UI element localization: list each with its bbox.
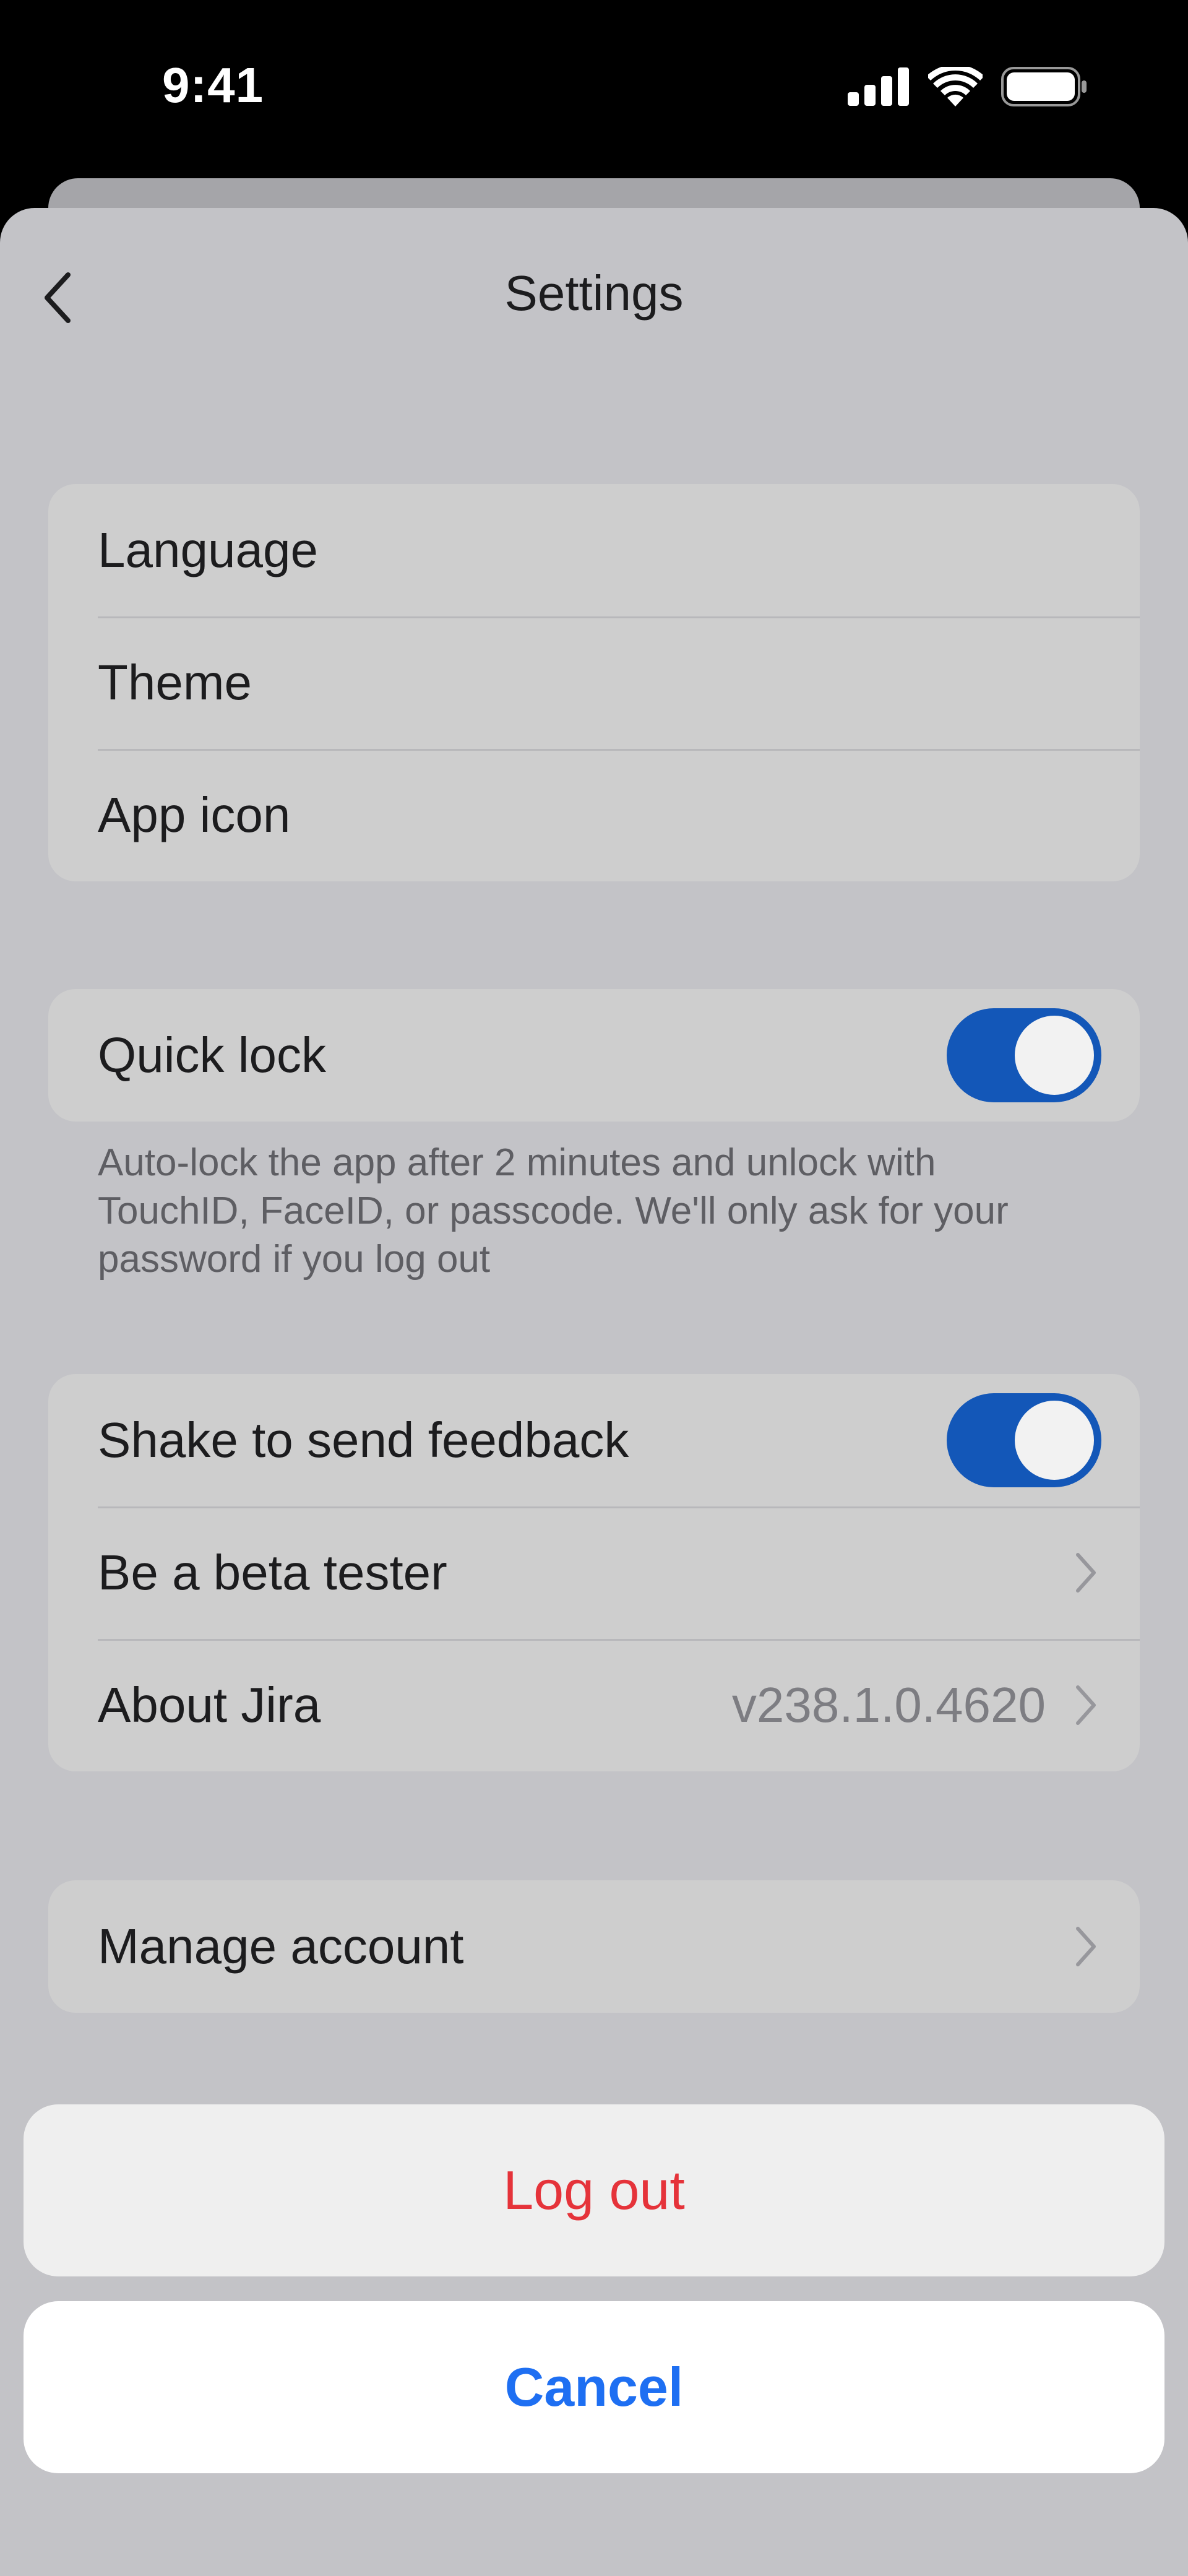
account-group: Manage account bbox=[48, 1880, 1140, 2013]
settings-row-quick-lock: Quick lock bbox=[48, 989, 1140, 1122]
app-version: v238.1.0.4620 bbox=[731, 1677, 1046, 1732]
settings-row-manage-account[interactable]: Manage account bbox=[48, 1880, 1140, 2013]
row-label: Quick lock bbox=[98, 1027, 326, 1083]
appearance-group: Language Theme App icon bbox=[48, 484, 1140, 881]
settings-row-shake-feedback: Shake to send feedback bbox=[48, 1374, 1140, 1506]
row-label: Be a beta tester bbox=[98, 1545, 447, 1600]
row-label: Theme bbox=[98, 655, 252, 710]
chevron-right-icon bbox=[1073, 1925, 1098, 1968]
chevron-right-icon bbox=[1073, 1683, 1098, 1727]
settings-row-language[interactable]: Language bbox=[48, 484, 1140, 616]
quick-lock-toggle[interactable] bbox=[947, 1008, 1101, 1102]
chevron-right-icon bbox=[1073, 1551, 1098, 1594]
about-group: Shake to send feedback Be a beta tester … bbox=[48, 1374, 1140, 1771]
row-label: Shake to send feedback bbox=[98, 1412, 629, 1467]
settings-row-about-jira[interactable]: About Jira v238.1.0.4620 bbox=[48, 1639, 1140, 1771]
wifi-icon bbox=[928, 67, 983, 106]
battery-icon bbox=[1001, 67, 1087, 106]
quick-lock-footnote: Auto-lock the app after 2 minutes and un… bbox=[98, 1141, 1009, 1281]
status-time: 9:41 bbox=[162, 58, 264, 113]
cellular-signal-icon bbox=[848, 67, 909, 106]
nav-bar: Settings bbox=[0, 208, 1188, 381]
row-label: Manage account bbox=[98, 1919, 464, 1974]
row-label: About Jira bbox=[98, 1677, 321, 1732]
cancel-button[interactable]: Cancel bbox=[24, 2301, 1164, 2473]
row-label: App icon bbox=[98, 787, 291, 842]
page-title: Settings bbox=[504, 266, 684, 321]
toggle-knob bbox=[1015, 1016, 1094, 1095]
settings-row-beta-tester[interactable]: Be a beta tester bbox=[48, 1506, 1140, 1639]
toggle-knob bbox=[1015, 1401, 1094, 1480]
status-icons bbox=[848, 67, 1088, 106]
row-label: Language bbox=[98, 522, 318, 577]
status-bar: 9:41 bbox=[0, 0, 1188, 176]
security-group: Quick lock bbox=[48, 989, 1140, 1122]
log-out-button[interactable]: Log out bbox=[24, 2104, 1164, 2276]
shake-feedback-toggle[interactable] bbox=[947, 1393, 1101, 1487]
settings-row-app-icon[interactable]: App icon bbox=[48, 749, 1140, 881]
settings-row-theme[interactable]: Theme bbox=[48, 616, 1140, 749]
